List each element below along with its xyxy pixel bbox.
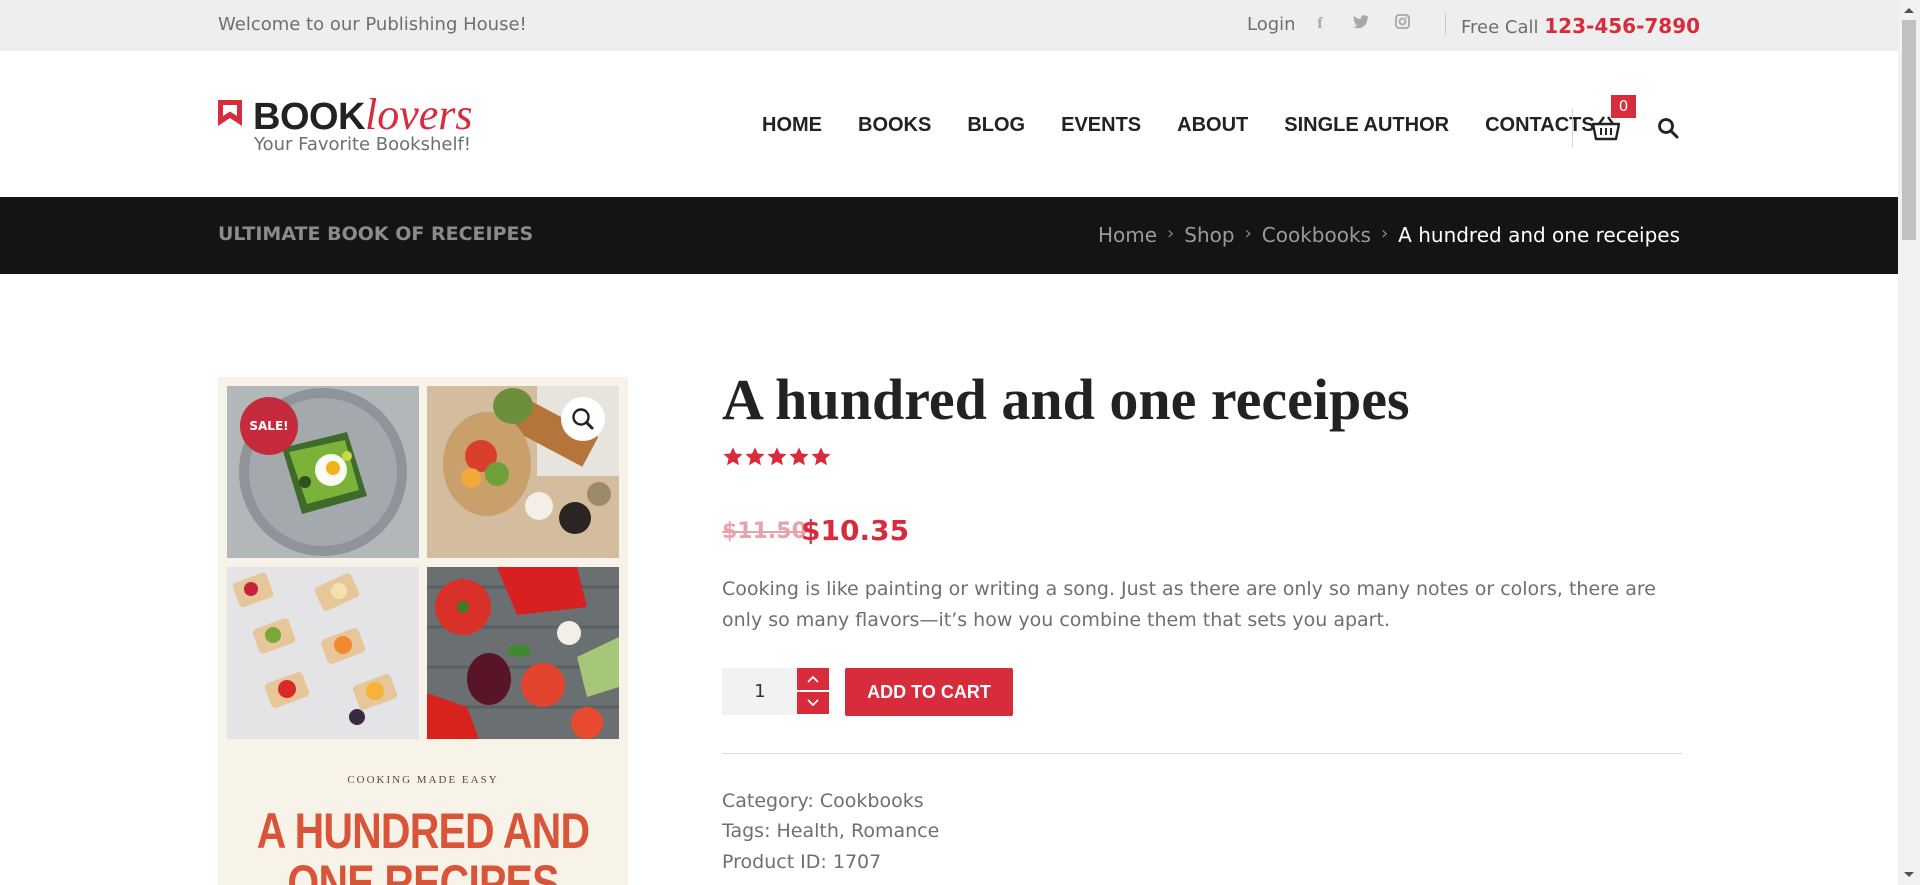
product-title: A hundred and one receipes: [722, 367, 1410, 432]
scroll-down-arrow-icon[interactable]: [1903, 870, 1915, 880]
product-id-label: Product ID:: [722, 851, 827, 873]
free-call: Free Call 123-456-7890: [1461, 14, 1700, 38]
phone-number[interactable]: 123-456-7890: [1544, 14, 1700, 38]
breadcrumb-cookbooks[interactable]: Cookbooks: [1262, 223, 1371, 247]
quantity-decrease-button[interactable]: [797, 692, 829, 714]
bookmark-logo-icon[interactable]: [218, 100, 242, 126]
site-logo[interactable]: BOOKlovers: [253, 89, 473, 140]
product-tags: Tags: Health, Romance: [722, 820, 939, 842]
page-title-band: ULTIMATE BOOK OF RECEIPES Home › Shop › …: [0, 197, 1898, 274]
star-icon: [723, 447, 743, 466]
nav-about[interactable]: ABOUT: [1177, 114, 1248, 137]
summary-divider: [722, 753, 1682, 754]
free-call-label: Free Call: [1461, 17, 1539, 38]
old-price: $11.50: [722, 519, 807, 544]
star-icon: [745, 447, 765, 466]
chevron-right-icon: ›: [1380, 223, 1389, 244]
search-icon[interactable]: [1656, 116, 1680, 140]
chevron-up-icon: [807, 675, 819, 683]
nav-contacts[interactable]: CONTACTS: [1485, 114, 1595, 137]
product-id: Product ID: 1707: [722, 851, 881, 873]
star-icon: [811, 447, 831, 466]
vegetables-photo: [427, 567, 619, 739]
tags-links[interactable]: Health, Romance: [777, 820, 940, 842]
main-nav: HOME BOOKS BLOG EVENTS ABOUT SINGLE AUTH…: [762, 114, 1631, 137]
page-title: ULTIMATE BOOK OF RECEIPES: [218, 223, 534, 245]
top-bar: Welcome to our Publishing House! Login f…: [0, 0, 1898, 51]
product-image[interactable]: SALE! COOKING MADE EASY A HUNDRED AND ON…: [218, 377, 628, 885]
scrollbar-thumb[interactable]: [1902, 20, 1916, 240]
breadcrumb-current: A hundred and one receipes: [1398, 223, 1680, 247]
breadcrumb-shop[interactable]: Shop: [1184, 223, 1234, 247]
zoom-magnifier-icon[interactable]: [561, 397, 605, 441]
breadcrumb: Home › Shop › Cookbooks › A hundred and …: [1098, 223, 1680, 247]
nav-books[interactable]: BOOKS: [858, 114, 931, 137]
add-to-cart-button[interactable]: ADD TO CART: [845, 668, 1013, 716]
chevron-down-icon: [807, 699, 819, 707]
quantity-input[interactable]: 1: [722, 668, 798, 715]
instagram-icon[interactable]: [1391, 13, 1413, 35]
twitter-icon[interactable]: [1350, 13, 1372, 35]
login-link[interactable]: Login: [1247, 14, 1296, 35]
logo-book: BOOK: [253, 96, 366, 138]
topbar-divider: [1445, 13, 1446, 35]
product-description: Cooking is like painting or writing a so…: [722, 578, 1656, 631]
site-tagline: Your Favorite Bookshelf!: [254, 134, 472, 155]
site-header: BOOKlovers Your Favorite Bookshelf! HOME…: [0, 51, 1898, 197]
nav-single-author[interactable]: SINGLE AUTHOR: [1284, 114, 1449, 137]
star-rating: [722, 446, 832, 468]
nav-events[interactable]: EVENTS: [1061, 114, 1141, 137]
product-category: Category: Cookbooks: [722, 790, 924, 812]
chevron-right-icon: ›: [1167, 223, 1175, 244]
chevron-right-icon: ›: [1244, 223, 1252, 244]
product-id-value: 1707: [832, 851, 882, 873]
cart-basket-icon[interactable]: [1592, 115, 1620, 141]
star-icon: [789, 447, 809, 466]
scroll-up-arrow-icon[interactable]: [1903, 5, 1915, 15]
sale-price: $10.35: [801, 514, 910, 547]
nav-blog[interactable]: BLOG: [967, 114, 1025, 137]
cover-title-line1: A HUNDRED AND: [256, 803, 590, 859]
canapes-photo: [227, 567, 419, 739]
facebook-icon[interactable]: f: [1309, 13, 1331, 35]
category-link[interactable]: Cookbooks: [820, 790, 924, 812]
cover-title: A HUNDRED AND ONE RECIPES: [255, 805, 591, 885]
tags-label: Tags:: [722, 820, 771, 842]
breadcrumb-home[interactable]: Home: [1098, 223, 1157, 247]
cover-title-line2: ONE RECIPES: [287, 855, 559, 885]
cart-count-badge: 0: [1611, 95, 1636, 118]
star-icon: [767, 447, 787, 466]
logo-lovers: lovers: [365, 90, 473, 139]
quantity-increase-button[interactable]: [797, 668, 829, 690]
welcome-text: Welcome to our Publishing House!: [218, 14, 527, 35]
nav-home[interactable]: HOME: [762, 114, 822, 137]
cover-subtitle: COOKING MADE EASY: [347, 774, 499, 786]
category-label: Category:: [722, 790, 814, 812]
header-divider: [1572, 108, 1573, 148]
sale-badge: SALE!: [240, 397, 298, 455]
